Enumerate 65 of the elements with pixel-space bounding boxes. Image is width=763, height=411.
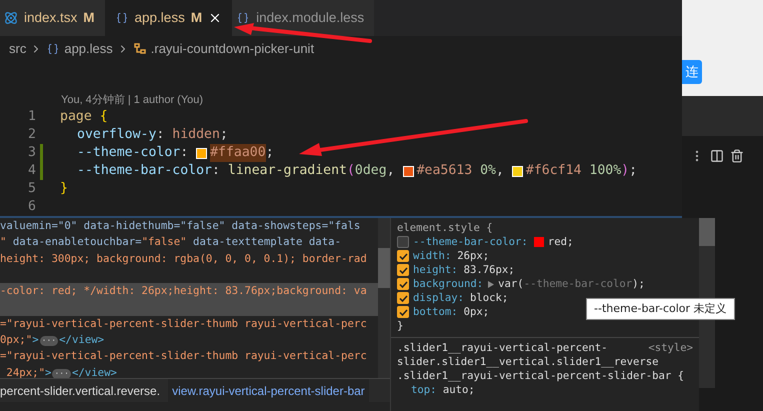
modified-label: M (83, 8, 95, 27)
dom-line[interactable]: height: 300px; background: rgba(0, 0, 0, 0.1); border-rad (0, 250, 378, 267)
css-declaration[interactable]: bottom: 0px; (413, 305, 490, 319)
color-swatch[interactable] (402, 166, 414, 176)
tooltip: --theme-bar-color 未定义 (586, 298, 735, 320)
closing-brace: } (397, 319, 404, 333)
checkbox[interactable] (397, 250, 409, 262)
tab-label: index.tsx (24, 8, 78, 27)
editor-tab[interactable]: index.tsx M (0, 0, 105, 36)
checkbox[interactable] (397, 236, 409, 248)
checkbox[interactable] (397, 306, 409, 318)
dom-line[interactable]: 0px;"> ··· </view> (0, 332, 378, 348)
breadcrumb-item[interactable]: app.less (64, 39, 113, 59)
code-line: overflow-y: hidden; (77, 126, 228, 144)
code-line: } (60, 180, 68, 198)
react-file-icon (4, 11, 18, 25)
tab-label: app.less (134, 8, 185, 27)
css-declaration[interactable]: --theme-bar-color: red; (413, 235, 574, 249)
breadcrumb-item[interactable]: src (9, 39, 26, 59)
code-line: --theme-color: #ffaa00; (77, 144, 274, 162)
line-number: 4 (27, 162, 37, 180)
less-file-icon (46, 43, 60, 55)
color-swatch[interactable] (196, 148, 208, 158)
checkbox[interactable] (397, 278, 409, 290)
css-selector: slider.slider1__vertical.slider1__reverse (397, 355, 658, 369)
code-line: --theme-bar-color: linear-gradient(0deg, #ea5613 0%, #f6cf14 100%); (77, 162, 638, 180)
trash-icon[interactable] (730, 149, 744, 163)
dom-breadcrumb[interactable]: percent-slider.vertical.reverse. (0, 379, 164, 402)
breadcrumb-item[interactable]: .rayui-countdown-picker-unit (150, 39, 314, 59)
modified-label: M (190, 8, 202, 27)
line-number: 3 (27, 144, 37, 162)
css-selector: .slider1__rayui-vertical-percent-slider-bar { (397, 369, 684, 383)
css-selector: element.style { (397, 221, 494, 235)
checkbox[interactable] (397, 292, 409, 304)
expand-triangle-icon[interactable] (488, 280, 494, 288)
dom-line[interactable]: valuemin="0" data-hidethumb="false" data-showsteps="fals (0, 218, 378, 234)
css-declaration[interactable]: background: var(--theme-bar-color); (413, 277, 645, 291)
css-declaration[interactable]: top: auto; (397, 383, 693, 397)
less-file-icon (114, 12, 129, 24)
dom-line[interactable]: ="rayui-vertical-percent-slider-thumb rayui-vertical-perc (0, 348, 378, 365)
editor-tab[interactable]: app.less M (104, 0, 232, 36)
dom-line[interactable]: " data-enabletouchbar="false" data-texttemplate data- (0, 234, 378, 251)
dom-line[interactable]: ="rayui-vertical-percent-slider-thumb rayui-vertical-perc (0, 316, 378, 332)
scrollbar[interactable] (378, 218, 390, 378)
line-number: 2 (27, 126, 37, 144)
dom-line[interactable]: 24px;"> ··· </view> (0, 364, 378, 378)
editor-tab[interactable]: index.module.less (232, 0, 374, 36)
color-swatch[interactable] (512, 166, 523, 176)
style-source-link[interactable]: <style> (648, 341, 693, 355)
css-declaration[interactable]: width: 26px; (413, 249, 490, 263)
color-swatch[interactable] (534, 237, 544, 247)
tab-label: index.module.less (256, 8, 364, 27)
css-declaration[interactable]: display: block; (413, 291, 508, 305)
checkbox[interactable] (397, 264, 409, 276)
css-selector: .slider1__rayui-vertical-percent- (397, 341, 608, 355)
less-file-icon (236, 12, 250, 24)
dom-breadcrumb[interactable]: view.rayui-vertical-percent-slider-bar (168, 379, 369, 402)
symbol-icon (132, 42, 147, 56)
line-number: 6 (27, 198, 37, 216)
blame-annotation: You, 4分钟前 | 1 author (You) (61, 93, 204, 108)
dock-icon[interactable] (710, 149, 724, 163)
line-number: 5 (27, 180, 37, 198)
css-declaration[interactable]: height: 83.76px; (413, 263, 515, 277)
code-line: page { (60, 108, 108, 126)
line-number: 1 (27, 108, 37, 126)
